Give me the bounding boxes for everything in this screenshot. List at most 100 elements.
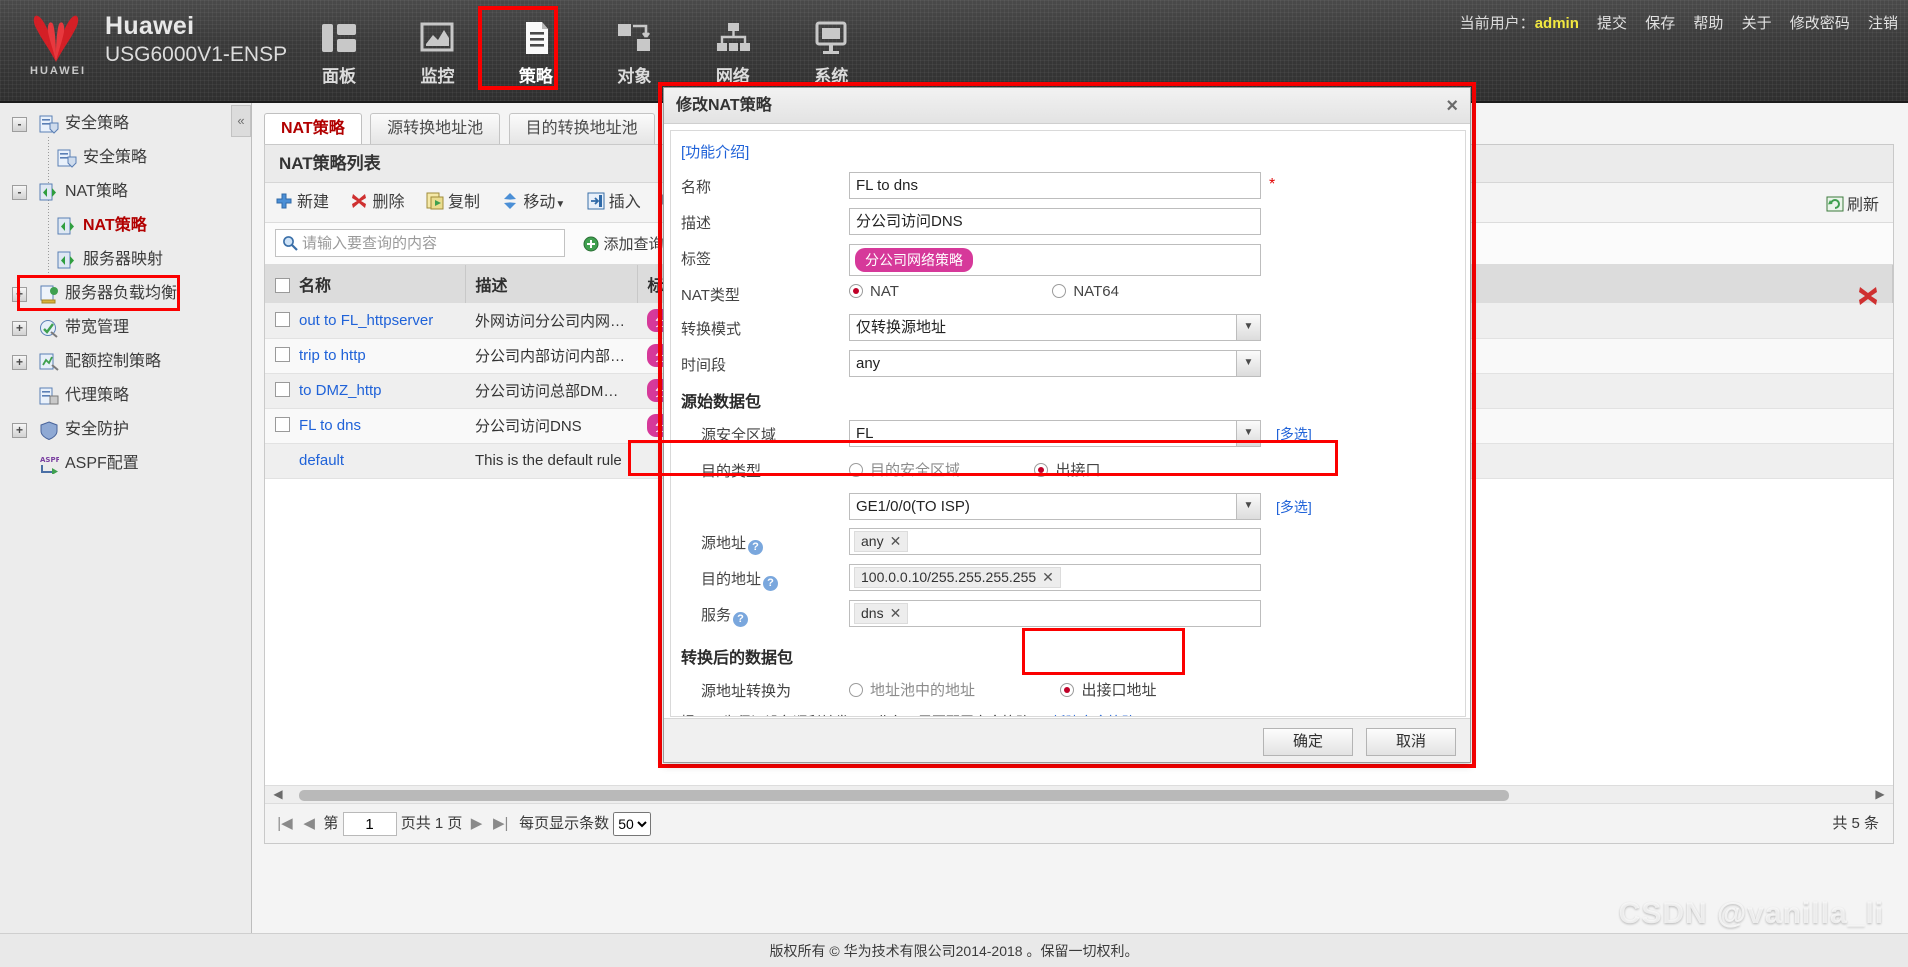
horizontal-scrollbar[interactable]: ◀ ▶ [265, 785, 1893, 803]
radio-nat64[interactable]: NAT64 [1052, 283, 1119, 300]
select-all-checkbox[interactable] [275, 278, 290, 293]
close-icon[interactable]: × [1446, 96, 1458, 116]
column-header-name[interactable]: 名称 [265, 265, 466, 303]
sidebar-item-server-mapping[interactable]: 服务器映射 [0, 243, 252, 277]
service-field[interactable]: dns ✕ [849, 600, 1261, 627]
radio-outbound-interface-address[interactable]: 出接口地址 [1060, 679, 1156, 700]
tag-field[interactable]: 分公司网络策略 [849, 244, 1261, 276]
row-checkbox[interactable] [275, 311, 290, 327]
tab-source-nat-pool[interactable]: 源转换地址池 [370, 113, 501, 145]
src-address-field[interactable]: any ✕ [849, 528, 1261, 555]
src-zone-select[interactable]: FL ▼ [849, 420, 1261, 447]
sidebar-item-aspf-config[interactable]: ASPF ASPF配置 [0, 447, 252, 481]
new-button[interactable]: 新建 [275, 183, 329, 223]
cancel-button[interactable]: 取消 [1366, 728, 1456, 756]
tab-destination-nat-pool[interactable]: 目的转换地址池 [508, 113, 655, 145]
prev-page-button[interactable]: ◀ [299, 804, 319, 844]
tab-nat-policy[interactable]: NAT策略 [264, 113, 362, 145]
refresh-button[interactable]: 刷新 [1826, 191, 1879, 215]
help-icon[interactable]: ? [763, 576, 779, 591]
name-input[interactable] [849, 172, 1261, 199]
action-change-password[interactable]: 修改密码 [1790, 15, 1850, 32]
page-number-input[interactable] [342, 812, 397, 837]
src-zone-multiselect-link[interactable]: [多选] [1276, 424, 1312, 444]
delete-button[interactable]: 删除 [350, 183, 404, 223]
sidebar-item-bandwidth[interactable]: + 带宽管理 [0, 311, 252, 345]
cell-name[interactable]: out to FL_httpserver [265, 303, 465, 339]
ok-button[interactable]: 确定 [1263, 728, 1353, 756]
radio-nat[interactable]: NAT [849, 283, 899, 300]
expander-plus-icon[interactable]: + [12, 355, 27, 370]
radio-out-interface[interactable]: 出接口 [1034, 459, 1100, 480]
sidebar-item-quota-control[interactable]: + 配额控制策略 [0, 345, 252, 379]
scroll-left-arrow[interactable]: ◀ [271, 788, 285, 802]
row-checkbox[interactable] [275, 382, 290, 397]
create-security-policy-link[interactable]: [新建安全策略] [1048, 714, 1140, 716]
cell-name[interactable]: to DMZ_http [265, 373, 465, 409]
radio-dest-zone[interactable]: 目的安全区域 [849, 459, 960, 480]
action-submit[interactable]: 提交 [1597, 15, 1627, 32]
next-page-button[interactable]: ▶ [467, 804, 487, 844]
action-save[interactable]: 保存 [1645, 15, 1675, 32]
row-name-link[interactable]: to DMZ_http [299, 382, 382, 399]
expander-minus-icon[interactable]: - [12, 117, 27, 132]
help-icon[interactable]: ? [748, 540, 764, 555]
nav-item-panel[interactable]: 面板 [292, 8, 386, 92]
action-about[interactable]: 关于 [1742, 15, 1772, 32]
row-name-link[interactable]: default [299, 452, 344, 469]
remove-token-icon[interactable]: ✕ [890, 533, 902, 549]
description-input[interactable] [849, 208, 1261, 235]
insert-button[interactable]: 插入 [587, 183, 641, 223]
nav-item-policy[interactable]: 策略 [489, 8, 583, 92]
nav-item-object[interactable]: 对象 [587, 8, 681, 92]
dest-address-field[interactable]: 100.0.0.10/255.255.255.255 ✕ [849, 564, 1261, 591]
cell-name[interactable]: default [265, 443, 465, 479]
chevron-down-icon[interactable]: ▼ [1236, 315, 1260, 340]
expander-minus-icon[interactable]: - [12, 185, 27, 200]
search-input[interactable]: 请输入要查询的内容 [275, 229, 565, 257]
per-page-select[interactable]: 50 [613, 812, 652, 837]
last-page-button[interactable]: ▶| [491, 804, 511, 844]
add-query-button[interactable]: 添加查询 [583, 233, 663, 254]
expander-plus-icon[interactable]: + [12, 287, 27, 302]
move-button[interactable]: 移动▼ [501, 183, 565, 225]
sidebar-item-security-protection[interactable]: + 安全防护 [0, 413, 252, 447]
column-header-description[interactable]: 描述 [465, 265, 638, 303]
expander-plus-icon[interactable]: + [12, 423, 27, 438]
first-page-button[interactable]: |◀ [275, 804, 295, 844]
nav-item-system[interactable]: 系统 [784, 8, 878, 92]
mode-select[interactable]: 仅转换源地址 ▼ [849, 314, 1261, 341]
sidebar-item-security-policy-group[interactable]: - 安全策略 [0, 107, 252, 141]
sidebar-item-server-load-balance[interactable]: + 服务器负载均衡 [0, 277, 252, 311]
row-checkbox[interactable] [275, 417, 290, 432]
sidebar-item-nat-policy[interactable]: NAT策略 [0, 209, 252, 243]
remove-token-icon[interactable]: ✕ [1042, 569, 1054, 585]
remove-token-icon[interactable]: ✕ [890, 605, 902, 621]
copy-button[interactable]: 复制 [426, 183, 480, 223]
expander-plus-icon[interactable]: + [12, 321, 27, 336]
chevron-down-icon[interactable]: ▼ [1236, 351, 1260, 376]
help-icon[interactable]: ? [733, 612, 749, 627]
row-checkbox[interactable] [275, 347, 290, 362]
delete-filter-icon[interactable] [1857, 285, 1879, 307]
scroll-thumb[interactable] [299, 790, 1509, 801]
interface-multiselect-link[interactable]: [多选] [1276, 497, 1312, 517]
feature-intro-link[interactable]: [功能介绍] [671, 131, 1465, 168]
chevron-down-icon[interactable]: ▼ [1236, 494, 1260, 519]
row-name-link[interactable]: FL to dns [299, 417, 361, 434]
radio-address-pool[interactable]: 地址池中的地址 [849, 679, 975, 700]
nav-item-monitor[interactable]: 监控 [390, 8, 484, 92]
interface-select[interactable]: GE1/0/0(TO ISP) ▼ [849, 493, 1261, 520]
sidebar-item-proxy-policy[interactable]: 代理策略 [0, 379, 252, 413]
cell-name[interactable]: trip to http [265, 338, 465, 374]
action-logout[interactable]: 注销 [1868, 15, 1898, 32]
sidebar-item-nat-policy-group[interactable]: - NAT策略 [0, 175, 252, 209]
chevron-down-icon[interactable]: ▼ [1236, 421, 1260, 446]
row-name-link[interactable]: out to FL_httpserver [299, 312, 433, 329]
time-range-select[interactable]: any ▼ [849, 350, 1261, 377]
cell-name[interactable]: FL to dns [265, 408, 465, 444]
row-name-link[interactable]: trip to http [299, 347, 366, 364]
action-help[interactable]: 帮助 [1693, 15, 1723, 32]
nav-item-network[interactable]: 网络 [686, 8, 780, 92]
sidebar-item-security-policy[interactable]: 安全策略 [0, 141, 252, 175]
